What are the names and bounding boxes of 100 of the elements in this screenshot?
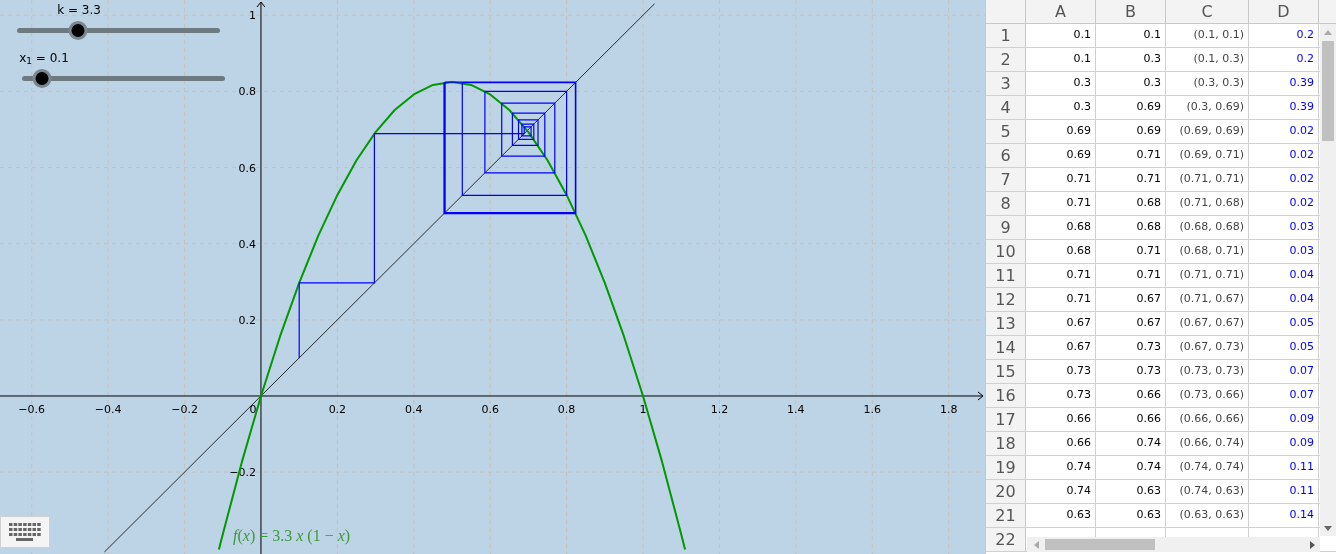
- table-cell: 0.66: [1096, 408, 1166, 431]
- table-cell: 0.67: [1026, 312, 1096, 335]
- table-cell: (0.68, 0.68): [1166, 216, 1249, 239]
- table-cell: (0.67, 0.67): [1166, 312, 1249, 335]
- slider-thumb[interactable]: [32, 69, 52, 88]
- column-header[interactable]: D: [1249, 0, 1319, 23]
- y-tick-label: 0.8: [238, 85, 256, 99]
- x-tick-label: 0.8: [557, 403, 576, 416]
- table-cell: 0.68: [1026, 240, 1096, 263]
- x-tick-label: 1.4: [787, 403, 805, 416]
- table-cell: 0.71: [1096, 240, 1166, 263]
- row-header[interactable]: 9: [986, 216, 1026, 239]
- row-header[interactable]: 8: [986, 192, 1026, 215]
- row-header[interactable]: 17: [986, 408, 1026, 431]
- table-cell: 0.71: [1026, 192, 1096, 215]
- column-header[interactable]: A: [1026, 0, 1096, 23]
- row-header[interactable]: 16: [986, 384, 1026, 407]
- scrollbar-thumb[interactable]: [1322, 41, 1334, 141]
- y-tick-label: 0.2: [238, 313, 256, 327]
- row-header[interactable]: 21: [986, 504, 1026, 527]
- table-cell: (0.1, 0.3): [1166, 48, 1249, 71]
- table-cell: 0.73: [1026, 384, 1096, 407]
- table-cell: 0.74: [1026, 480, 1096, 503]
- horizontal-scrollbar[interactable]: [1027, 537, 1320, 552]
- slider[interactable]: [17, 20, 220, 40]
- table-cell: (0.74, 0.74): [1166, 456, 1249, 479]
- table-cell: 0.71: [1026, 264, 1096, 287]
- table-cell: 0.04: [1249, 288, 1319, 311]
- y-tick-label: 1: [248, 9, 256, 23]
- table-cell: 0.67: [1026, 336, 1096, 359]
- row-header[interactable]: 20: [986, 480, 1026, 503]
- row-header[interactable]: 18: [986, 432, 1026, 455]
- table-cell: 0.71: [1096, 144, 1166, 167]
- table-cell: (0.63, 0.63): [1166, 504, 1249, 527]
- origin-label: 0: [249, 403, 257, 416]
- x-tick-label: 0.4: [405, 403, 423, 416]
- table-cell: 0.73: [1096, 336, 1166, 359]
- row-header[interactable]: 14: [986, 336, 1026, 359]
- row-header[interactable]: 19: [986, 456, 1026, 479]
- column-header[interactable]: C: [1166, 0, 1249, 23]
- table-cell: 0.09: [1249, 408, 1319, 431]
- table-cell: 0.3: [1026, 72, 1096, 95]
- table-cell: (0.71, 0.68): [1166, 192, 1249, 215]
- table-cell: 0.03: [1249, 216, 1319, 239]
- table-cell: 0.66: [1026, 432, 1096, 455]
- row-header[interactable]: 13: [986, 312, 1026, 335]
- table-cell: 0.2: [1249, 48, 1319, 71]
- table-cell: 0.71: [1026, 288, 1096, 311]
- row-header[interactable]: 15: [986, 360, 1026, 383]
- row-header[interactable]: 12: [986, 288, 1026, 311]
- x-tick-label: 1: [639, 403, 647, 416]
- table-cell: 0.74: [1096, 456, 1166, 479]
- table-cell: 0.1: [1096, 24, 1166, 47]
- row-header[interactable]: 11: [986, 264, 1026, 287]
- row-header[interactable]: 7: [986, 168, 1026, 191]
- scroll-right-icon[interactable]: [1310, 540, 1316, 549]
- table-cell: (0.73, 0.73): [1166, 360, 1249, 383]
- table-cell: (0.71, 0.71): [1166, 264, 1249, 287]
- keyboard-button[interactable]: [0, 516, 50, 548]
- table-cell: 0.11: [1249, 456, 1319, 479]
- table-cell: 0.73: [1096, 360, 1166, 383]
- table-cell: (0.71, 0.71): [1166, 168, 1249, 191]
- x-tick-label: 1.6: [863, 403, 882, 416]
- table-cell: 0.07: [1249, 360, 1319, 383]
- row-header[interactable]: 3: [986, 72, 1026, 95]
- table-cell: (0.1, 0.1): [1166, 24, 1249, 47]
- row-header[interactable]: 22: [986, 528, 1026, 551]
- table-cell: (0.66, 0.74): [1166, 432, 1249, 455]
- row-header[interactable]: 10: [986, 240, 1026, 263]
- table-cell: 0.74: [1096, 432, 1166, 455]
- x-tick-label: −0.2: [171, 403, 198, 416]
- table-cell: 0.68: [1096, 216, 1166, 239]
- row-header[interactable]: 5: [986, 120, 1026, 143]
- scroll-down-icon[interactable]: [1324, 526, 1332, 532]
- table-cell: (0.66, 0.66): [1166, 408, 1249, 431]
- table-cell: 0.05: [1249, 312, 1319, 335]
- table-cell: 0.05: [1249, 336, 1319, 359]
- table-cell: 0.63: [1096, 504, 1166, 527]
- table-cell: 0.02: [1249, 192, 1319, 215]
- row-header[interactable]: 1: [986, 24, 1026, 47]
- table-cell: 0.11: [1249, 480, 1319, 503]
- table-cell: (0.69, 0.69): [1166, 120, 1249, 143]
- table-cell: (0.71, 0.67): [1166, 288, 1249, 311]
- table-cell: (0.69, 0.71): [1166, 144, 1249, 167]
- slider-thumb[interactable]: [68, 21, 88, 40]
- row-header[interactable]: 6: [986, 144, 1026, 167]
- table-cell: 0.04: [1249, 264, 1319, 287]
- row-header[interactable]: 4: [986, 96, 1026, 119]
- x-tick-label: 1.2: [710, 403, 729, 416]
- y-tick-label: 0.4: [238, 237, 256, 251]
- x-tick-label: 0.2: [328, 403, 347, 416]
- table-cell: 0.67: [1096, 288, 1166, 311]
- table-cell: 0.69: [1096, 96, 1166, 119]
- column-header[interactable]: B: [1096, 0, 1166, 23]
- row-header[interactable]: 2: [986, 48, 1026, 71]
- vertical-scrollbar[interactable]: [1320, 24, 1336, 536]
- table-cell: 0.03: [1249, 240, 1319, 263]
- scrollbar-thumb[interactable]: [1045, 539, 1155, 550]
- table-cell: 0.02: [1249, 144, 1319, 167]
- slider[interactable]: [22, 68, 225, 88]
